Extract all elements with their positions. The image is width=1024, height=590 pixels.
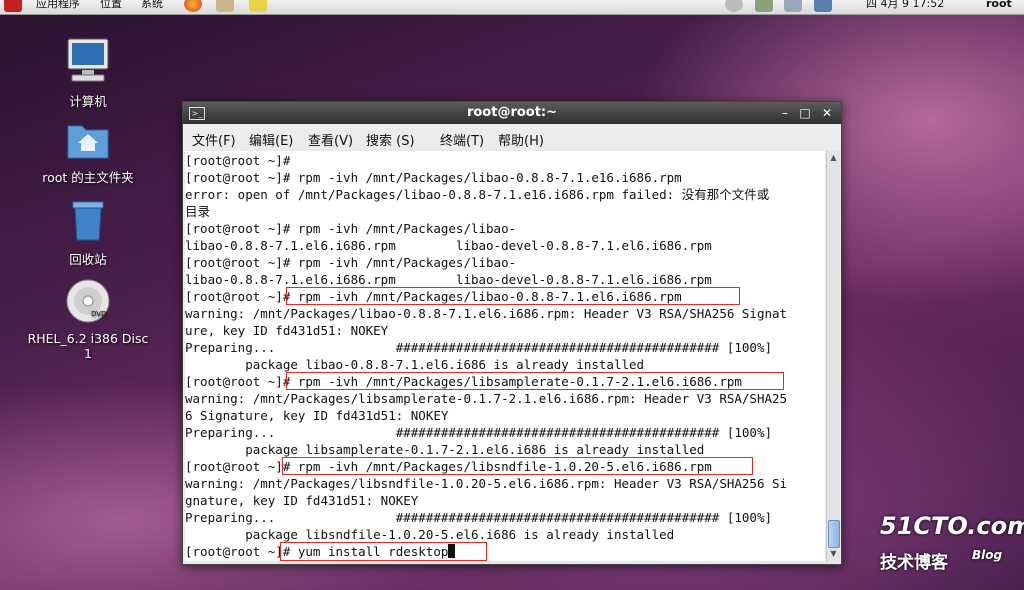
desktop-icon-label: 计算机 <box>69 94 107 109</box>
trash-icon <box>72 201 104 241</box>
svg-text:DVD: DVD <box>91 310 106 318</box>
window-title: root@root:~ <box>466 105 558 120</box>
watermark-subtitle: 技术博客 <box>880 553 948 573</box>
network-icon[interactable] <box>755 0 773 12</box>
terminal-line: 6 Signature, key ID fd431d51: NOKEY <box>185 408 449 423</box>
highlight-box <box>282 457 753 475</box>
terminal-line: [root@root ~]# <box>185 153 291 168</box>
close-button[interactable]: ✕ <box>819 105 835 121</box>
display-icon[interactable] <box>814 0 832 12</box>
notes-icon[interactable] <box>249 0 267 12</box>
terminal-line: [root@root ~]# rpm -ivh /mnt/Packages/li… <box>185 255 517 270</box>
desktop-computer[interactable]: 计算机 <box>23 36 153 110</box>
highlight-box <box>286 372 784 390</box>
maximize-button[interactable]: □ <box>797 105 813 121</box>
watermark-blog: Blog <box>972 548 1003 562</box>
places-menu[interactable]: 位置 <box>100 0 122 11</box>
terminal-output[interactable]: [root@root ~]# [root@root ~]# rpm -ivh /… <box>185 151 825 561</box>
system-menu[interactable]: 系统 <box>141 0 163 11</box>
terminal-line: warning: /mnt/Packages/libao-0.8.8-7.1.e… <box>185 306 788 321</box>
terminal-line: error: open of /mnt/Packages/libao-0.8.8… <box>185 187 770 202</box>
menu-search[interactable]: 搜索 (S) <box>366 130 415 149</box>
update-icon[interactable] <box>725 0 743 12</box>
vertical-scrollbar[interactable]: ▲ ▼ <box>826 151 840 561</box>
minimize-button[interactable]: – <box>777 105 793 121</box>
terminal-line: package libao-0.8.8-7.1.el6.i686 is alre… <box>185 357 645 372</box>
redhat-logo-icon[interactable] <box>4 0 22 12</box>
dvd-disc-icon: DVD <box>66 279 110 323</box>
terminal-line: Preparing... ###########################… <box>185 510 772 525</box>
top-panel: 应用程序 位置 系统 四 4月 9 17:52 root <box>0 0 1024 15</box>
terminal-line: libao-0.8.8-7.1.el6.i686.rpm libao-devel… <box>185 238 712 253</box>
menu-edit[interactable]: 编辑(E) <box>249 130 293 149</box>
user-name[interactable]: root <box>986 0 1012 11</box>
terminal-line: warning: /mnt/Packages/libsamplerate-0.1… <box>185 391 788 406</box>
desktop-trash[interactable]: 回收站 <box>23 198 153 268</box>
menu-help[interactable]: 帮助(H) <box>498 130 544 149</box>
terminal-line: Preparing... ###########################… <box>185 425 772 440</box>
scrollbar-thumb[interactable] <box>828 520 840 548</box>
menubar: 文件(F) 编辑(E) 查看(V) 搜索 (S) 终端(T) 帮助(H) <box>183 124 841 150</box>
mail-icon[interactable] <box>216 0 234 12</box>
desktop-dvd[interactable]: DVD RHEL_6.2 i386 Disc 1 <box>23 278 153 361</box>
scroll-up-arrow-icon[interactable]: ▲ <box>827 151 840 164</box>
terminal-line: [root@root ~]# rpm -ivh /mnt/Packages/li… <box>185 221 517 236</box>
menu-view[interactable]: 查看(V) <box>308 130 353 149</box>
desktop-home-folder[interactable]: root 的主文件夹 <box>23 120 153 186</box>
highlight-box <box>286 287 740 305</box>
desktop-icon-label: 回收站 <box>69 252 107 267</box>
terminal-line: package libsamplerate-0.1.7-2.1.el6.i686… <box>185 442 705 457</box>
terminal-line: ure, key ID fd431d51: NOKEY <box>185 323 389 338</box>
terminal-line: package libsndfile-1.0.20-5.el6.i686 is … <box>185 527 675 542</box>
menu-file[interactable]: 文件(F) <box>192 130 236 149</box>
home-folder-icon <box>67 125 109 159</box>
scroll-down-arrow-icon[interactable]: ▼ <box>827 547 840 560</box>
menu-terminal[interactable]: 终端(T) <box>440 130 484 149</box>
firefox-icon[interactable] <box>184 0 202 12</box>
clock[interactable]: 四 4月 9 17:52 <box>866 0 944 11</box>
terminal-line: [root@root ~]# rpm -ivh /mnt/Packages/li… <box>185 170 682 185</box>
terminal-window: >_ root@root:~ – □ ✕ 文件(F) 编辑(E) 查看(V) 搜… <box>182 101 842 565</box>
volume-icon[interactable] <box>784 0 802 12</box>
terminal-line: warning: /mnt/Packages/libsndfile-1.0.20… <box>185 476 788 491</box>
desktop-icon-label: root 的主文件夹 <box>42 170 134 185</box>
watermark-brand: 51CTO.com <box>880 512 1024 540</box>
highlight-box <box>280 542 487 561</box>
applications-menu[interactable]: 应用程序 <box>36 0 80 11</box>
desktop-icon-label: RHEL_6.2 i386 Disc 1 <box>27 331 149 361</box>
terminal-line: gnature, key ID fd431d51: NOKEY <box>185 493 419 508</box>
terminal-line: libao-0.8.8-7.1.el6.i686.rpm libao-devel… <box>185 272 712 287</box>
window-titlebar[interactable]: >_ root@root:~ – □ ✕ <box>183 102 841 124</box>
terminal-line: 目录 <box>185 204 211 219</box>
computer-icon <box>67 38 109 82</box>
terminal-line: Preparing... ###########################… <box>185 340 772 355</box>
